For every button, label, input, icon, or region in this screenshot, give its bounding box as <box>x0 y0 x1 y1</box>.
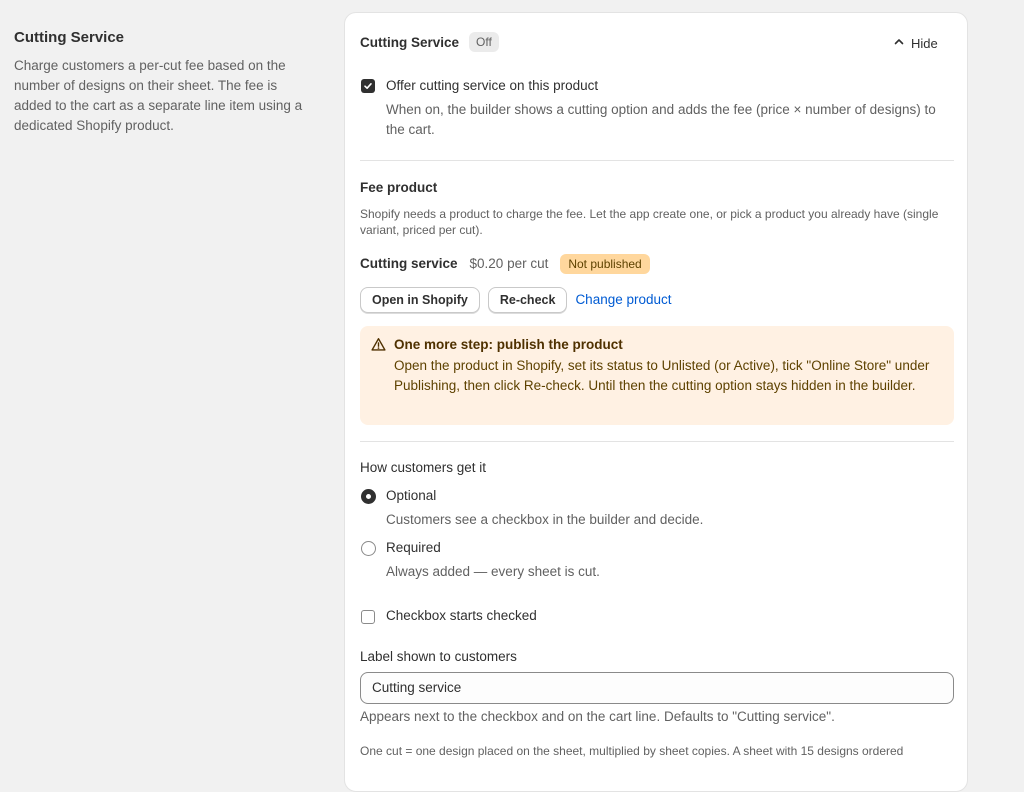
card-title: Cutting Service <box>360 35 460 50</box>
radio-required[interactable] <box>361 541 376 556</box>
banner-body: Open the product in Shopify, set its sta… <box>394 358 930 393</box>
fee-product-summary: Cutting service $0.20 per cut Not publis… <box>360 254 650 274</box>
fee-product-title: Fee product <box>360 180 438 195</box>
starts-checked-checkbox[interactable] <box>361 610 375 624</box>
offer-checkbox[interactable] <box>361 79 375 93</box>
open-in-shopify-button[interactable]: Open in Shopify <box>360 287 480 313</box>
fee-product-actions: Open in Shopify Re-check Change product <box>360 287 672 313</box>
cut-count-footnote: One cut = one design placed on the sheet… <box>360 744 904 758</box>
section-description: Cutting Service Charge customers a per-c… <box>14 28 314 136</box>
offer-help-text: When on, the builder shows a cutting opt… <box>386 102 936 137</box>
starts-checked-label[interactable]: Checkbox starts checked <box>386 606 537 626</box>
change-product-link[interactable]: Change product <box>575 290 671 310</box>
section-description-text: Charge customers a per-cut fee based on … <box>14 58 303 133</box>
warning-icon <box>371 337 386 357</box>
fee-product-price: $0.20 per cut <box>469 256 549 271</box>
hide-button-label: Hide <box>911 35 938 51</box>
radio-required-label[interactable]: Required <box>386 538 441 558</box>
status-badge: Off <box>469 32 499 52</box>
delivery-mode-title: How customers get it <box>360 460 487 475</box>
checkbox-checked[interactable] <box>361 79 375 93</box>
radio-optional-label[interactable]: Optional <box>386 486 436 506</box>
check-icon <box>364 83 372 89</box>
divider <box>360 160 954 161</box>
fee-product-name: Cutting service <box>360 256 458 271</box>
radio-required-help: Always added — every sheet is cut. <box>386 564 600 579</box>
banner-title: One more step: publish the product <box>394 337 623 352</box>
fee-product-help: Shopify needs a product to charge the fe… <box>360 207 939 237</box>
customer-label-help: Appears next to the checkbox and on the … <box>360 709 835 724</box>
hide-button[interactable]: Hide <box>893 31 938 55</box>
cutting-service-card: Cutting Service Off Hide Offer cutting s… <box>344 12 968 792</box>
section-title: Cutting Service <box>14 29 125 46</box>
chevron-up-icon <box>893 36 905 51</box>
radio-optional[interactable] <box>361 489 376 504</box>
offer-checkbox-label[interactable]: Offer cutting service on this product <box>386 76 598 96</box>
radio-optional-help: Customers see a checkbox in the builder … <box>386 512 704 527</box>
recheck-button[interactable]: Re-check <box>487 287 568 313</box>
customer-label-input[interactable]: Cutting service <box>360 672 954 704</box>
not-published-badge: Not published <box>560 254 650 274</box>
divider <box>360 441 954 442</box>
publish-warning-banner: One more step: publish the product Open … <box>360 326 954 425</box>
customer-label-title: Label shown to customers <box>360 649 517 664</box>
